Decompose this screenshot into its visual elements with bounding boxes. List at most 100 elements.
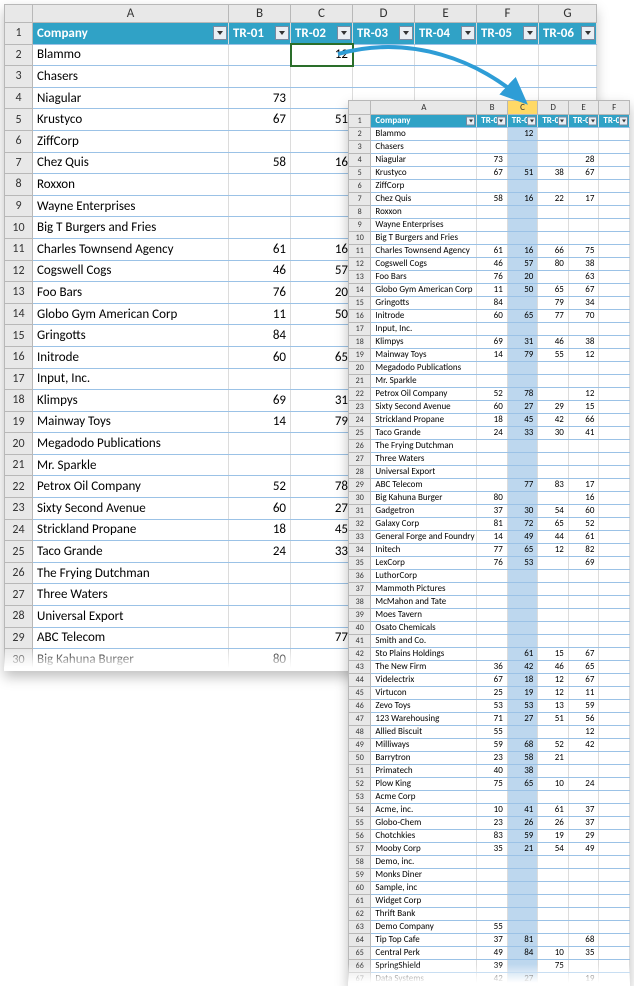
data-cell[interactable]: 82 bbox=[568, 544, 599, 557]
data-cell[interactable]: 60 bbox=[477, 310, 508, 323]
company-cell[interactable]: Foo Bars bbox=[33, 282, 229, 304]
data-cell[interactable]: 65 bbox=[538, 284, 569, 297]
data-cell[interactable] bbox=[477, 219, 508, 232]
data-cell[interactable] bbox=[538, 388, 569, 401]
row-header[interactable]: 1 bbox=[349, 115, 371, 128]
data-cell[interactable] bbox=[599, 505, 630, 518]
data-cell[interactable] bbox=[538, 141, 569, 154]
data-cell[interactable] bbox=[477, 479, 508, 492]
data-cell[interactable]: 39 bbox=[477, 960, 508, 973]
data-cell[interactable] bbox=[291, 130, 353, 152]
row-header[interactable]: 35 bbox=[349, 557, 371, 570]
data-cell[interactable]: 11 bbox=[477, 284, 508, 297]
data-cell[interactable] bbox=[507, 141, 538, 154]
data-cell[interactable]: 66 bbox=[568, 414, 599, 427]
data-cell[interactable]: 27 bbox=[507, 713, 538, 726]
data-cell[interactable] bbox=[599, 453, 630, 466]
data-cell[interactable]: 49 bbox=[507, 531, 538, 544]
data-cell[interactable]: 59 bbox=[507, 830, 538, 843]
col-header[interactable]: C bbox=[507, 101, 538, 115]
data-cell[interactable]: 10 bbox=[538, 778, 569, 791]
data-cell[interactable] bbox=[599, 258, 630, 271]
data-cell[interactable]: 26 bbox=[507, 817, 538, 830]
table-header-cell[interactable]: TR-01 bbox=[477, 115, 508, 128]
row-header[interactable]: 47 bbox=[349, 713, 371, 726]
data-cell[interactable] bbox=[599, 570, 630, 583]
col-header[interactable]: G bbox=[539, 5, 597, 23]
data-cell[interactable]: 37 bbox=[477, 505, 508, 518]
company-cell[interactable]: Wayne Enterprises bbox=[371, 219, 477, 232]
company-cell[interactable]: Tip Top Cafe bbox=[371, 934, 477, 947]
row-header[interactable]: 56 bbox=[349, 830, 371, 843]
data-cell[interactable]: 76 bbox=[229, 282, 291, 304]
data-cell[interactable]: 16 bbox=[568, 492, 599, 505]
col-header[interactable]: F bbox=[477, 5, 539, 23]
company-cell[interactable]: Three Waters bbox=[33, 584, 229, 606]
data-cell[interactable]: 42 bbox=[507, 661, 538, 674]
data-cell[interactable] bbox=[477, 895, 508, 908]
data-cell[interactable]: 17 bbox=[568, 193, 599, 206]
data-cell[interactable]: 37 bbox=[568, 817, 599, 830]
row-header[interactable]: 18 bbox=[349, 336, 371, 349]
data-cell[interactable]: 19 bbox=[507, 687, 538, 700]
data-cell[interactable] bbox=[229, 562, 291, 584]
row-header[interactable]: 55 bbox=[349, 817, 371, 830]
row-header[interactable]: 6 bbox=[349, 180, 371, 193]
data-cell[interactable]: 57 bbox=[291, 260, 353, 282]
data-cell[interactable]: 61 bbox=[229, 238, 291, 260]
data-cell[interactable]: 60 bbox=[229, 498, 291, 520]
data-cell[interactable] bbox=[599, 414, 630, 427]
row-header[interactable]: 8 bbox=[349, 206, 371, 219]
data-cell[interactable]: 20 bbox=[291, 282, 353, 304]
data-cell[interactable] bbox=[291, 433, 353, 455]
data-cell[interactable] bbox=[291, 606, 353, 628]
company-cell[interactable]: Gringotts bbox=[33, 325, 229, 347]
data-cell[interactable]: 21 bbox=[538, 752, 569, 765]
data-cell[interactable] bbox=[599, 128, 630, 141]
row-header[interactable]: 11 bbox=[5, 238, 33, 260]
company-cell[interactable]: Smith and Co. bbox=[371, 635, 477, 648]
data-cell[interactable]: 42 bbox=[477, 973, 508, 986]
row-header[interactable]: 18 bbox=[5, 390, 33, 412]
company-cell[interactable]: Widget Corp bbox=[371, 895, 477, 908]
data-cell[interactable] bbox=[538, 466, 569, 479]
data-cell[interactable]: 55 bbox=[477, 726, 508, 739]
row-header[interactable]: 53 bbox=[349, 791, 371, 804]
row-header[interactable]: 12 bbox=[5, 260, 33, 282]
data-cell[interactable]: 81 bbox=[477, 518, 508, 531]
data-cell[interactable] bbox=[568, 180, 599, 193]
data-cell[interactable] bbox=[539, 66, 597, 88]
data-cell[interactable] bbox=[599, 830, 630, 843]
data-cell[interactable]: 67 bbox=[568, 648, 599, 661]
data-cell[interactable] bbox=[599, 908, 630, 921]
company-cell[interactable]: Krustyco bbox=[33, 109, 229, 131]
data-cell[interactable] bbox=[538, 921, 569, 934]
row-header[interactable]: 52 bbox=[349, 778, 371, 791]
data-cell[interactable]: 38 bbox=[568, 336, 599, 349]
row-header[interactable]: 6 bbox=[5, 130, 33, 152]
data-cell[interactable] bbox=[477, 791, 508, 804]
row-header[interactable]: 3 bbox=[349, 141, 371, 154]
data-cell[interactable] bbox=[599, 856, 630, 869]
data-cell[interactable] bbox=[599, 362, 630, 375]
data-cell[interactable] bbox=[568, 596, 599, 609]
company-cell[interactable]: The Frying Dutchman bbox=[371, 440, 477, 453]
data-cell[interactable]: 20 bbox=[507, 271, 538, 284]
company-cell[interactable]: Mainway Toys bbox=[371, 349, 477, 362]
data-cell[interactable] bbox=[599, 154, 630, 167]
data-cell[interactable]: 29 bbox=[538, 401, 569, 414]
data-cell[interactable] bbox=[568, 206, 599, 219]
data-cell[interactable] bbox=[599, 388, 630, 401]
data-cell[interactable] bbox=[507, 856, 538, 869]
table-header-cell[interactable]: TR-03 bbox=[353, 23, 415, 45]
data-cell[interactable]: 78 bbox=[507, 388, 538, 401]
row-header[interactable]: 46 bbox=[349, 700, 371, 713]
data-cell[interactable] bbox=[538, 869, 569, 882]
data-cell[interactable] bbox=[568, 635, 599, 648]
row-header[interactable]: 7 bbox=[5, 152, 33, 174]
data-cell[interactable]: 30 bbox=[507, 505, 538, 518]
row-header[interactable]: 17 bbox=[349, 323, 371, 336]
data-cell[interactable] bbox=[599, 557, 630, 570]
data-cell[interactable] bbox=[538, 453, 569, 466]
data-cell[interactable] bbox=[507, 583, 538, 596]
